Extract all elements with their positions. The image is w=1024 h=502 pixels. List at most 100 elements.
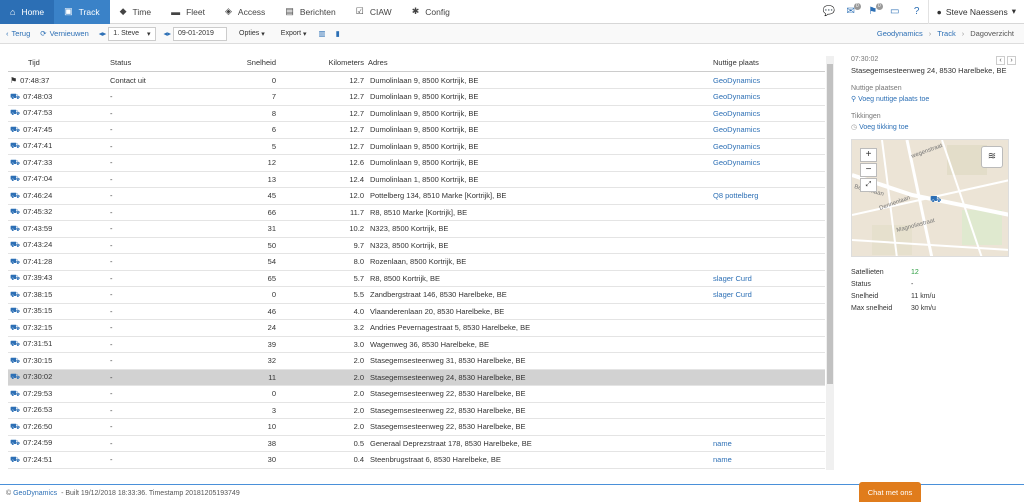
cell-poi[interactable]: GeoDynamics — [711, 105, 825, 122]
cell-poi[interactable] — [711, 369, 825, 386]
cell-poi[interactable]: GeoDynamics — [711, 88, 825, 106]
cell-poi[interactable] — [711, 336, 825, 353]
table-row[interactable]: ⛟ 07:41:28-54 8.0 Rozenlaan, 8500 Kortrijk,… — [8, 253, 825, 271]
footer-brand-link[interactable]: GeoDynamics — [13, 490, 57, 497]
prev-date-button[interactable]: ◂▸ — [164, 29, 172, 38]
vehicle-marker-icon[interactable]: ⛟ — [930, 194, 941, 204]
cell-poi[interactable] — [711, 385, 825, 403]
cell-poi[interactable]: slager Curd — [711, 286, 825, 304]
next-point-button[interactable]: › — [1007, 56, 1016, 65]
table-row[interactable]: ⛟ 07:29:53-0 2.0 Stasegemsesteenweg 22, 853… — [8, 385, 825, 403]
cell-poi[interactable]: Q8 pottelberg — [711, 187, 825, 205]
cell-poi[interactable] — [711, 352, 825, 370]
message-icon[interactable]: ▭ — [884, 0, 906, 24]
add-poi-link[interactable]: ⚲ Voeg nuttige plaats toe — [851, 95, 1016, 103]
tab-home[interactable]: ⌂ Home — [0, 0, 55, 24]
cell-poi[interactable] — [711, 220, 825, 238]
table-row[interactable]: ⛟ 07:24:59-38 0.5 Generaal Deprezstraat 178… — [8, 435, 825, 452]
history-table: ⚑ 07:48:37 Contact uit 0 12.7 Dumolinlaan 9, … — [8, 72, 825, 470]
table-row[interactable]: ⛟ 07:43:59-31 10.2 N323, 8500 Kortrijk, BE — [8, 220, 825, 238]
location-map[interactable]: Berkenlaan Dennenlaan Magnoliastraat weg… — [851, 139, 1009, 257]
cell-poi[interactable]: GeoDynamics — [711, 121, 825, 139]
date-input[interactable]: 09-01-2019 — [173, 26, 228, 41]
table-row[interactable]: ⛟ 07:31:51-39 3.0 Wagenweg 36, 8530 Harelbe… — [8, 336, 825, 353]
cell-poi[interactable] — [711, 237, 825, 254]
col-speed[interactable]: Snelheid — [218, 54, 278, 72]
tab-access[interactable]: ◈ Access — [215, 0, 275, 24]
table-row[interactable]: ⛟ 07:26:53-3 2.0 Stasegemsesteenweg 22, 853… — [8, 402, 825, 419]
cell-poi[interactable] — [711, 171, 825, 188]
cell-poi[interactable]: name — [711, 451, 825, 469]
cell-poi[interactable]: GeoDynamics — [711, 154, 825, 172]
cell-poi[interactable] — [711, 253, 825, 271]
chat-button[interactable]: Chat met ons — [859, 482, 921, 502]
refresh-button[interactable]: ⟳ Vernieuwen — [40, 29, 89, 38]
breadcrumb-track[interactable]: Track — [937, 29, 955, 38]
col-poi[interactable]: Nuttige plaats — [711, 54, 825, 72]
layers-icon[interactable]: ≋ — [981, 146, 1003, 168]
cell-poi[interactable] — [711, 204, 825, 221]
col-km[interactable]: Kilometers — [278, 54, 366, 72]
tab-time[interactable]: ◆ Time — [110, 0, 162, 24]
table-row[interactable]: ⛟ 07:35:15-46 4.0 Vlaanderenlaan 20, 8530 H… — [8, 303, 825, 320]
add-tag-link[interactable]: ◷ Voeg tikking toe — [851, 123, 1016, 131]
table-row[interactable]: ⛟ 07:26:50-10 2.0 Stasegemsesteenweg 22, 85… — [8, 418, 825, 436]
table-row[interactable]: ⛟ 07:45:32-66 11.7 R8, 8510 Marke [Kortrijk… — [8, 204, 825, 221]
col-time[interactable]: Tijd — [8, 54, 108, 72]
table-row[interactable]: ⛟ 07:47:41-5 12.7 Dumolinlaan 9, 8500 Kortr… — [8, 138, 825, 155]
table-row[interactable]: ⛟ 07:38:15-0 5.5 Zandbergstraat 146, 8530 H… — [8, 286, 825, 304]
table-row[interactable]: ⛟ 07:30:02-11 2.0 Stasegemsesteenweg 24, 85… — [8, 369, 825, 386]
cell-speed: 10 — [218, 418, 278, 436]
table-row[interactable]: ⛟ 07:43:24-50 9.7 N323, 8500 Kortrijk, BE — [8, 237, 825, 254]
cell-poi[interactable] — [711, 402, 825, 419]
table-row[interactable]: ⛟ 07:47:04-13 12.4 Dumolinlaan 1, 8500 Kort… — [8, 171, 825, 188]
cell-address: Steenbrugstraat 6, 8530 Harelbeke, BE — [366, 451, 711, 469]
table-row[interactable]: ⛟ 07:24:51-30 0.4 Steenbrugstraat 6, 8530 H… — [8, 451, 825, 469]
cell-poi[interactable]: GeoDynamics — [711, 138, 825, 155]
table-row[interactable]: ⛟ 07:47:45-6 12.7 Dumolinlaan 9, 8500 Kortr… — [8, 121, 825, 139]
fullscreen-button[interactable]: ⤢ — [860, 178, 877, 192]
user-menu[interactable]: ● Steve Naessens ▾ — [927, 0, 1024, 24]
export-dropdown[interactable]: Export ▾ — [277, 27, 311, 41]
breadcrumb-geodynamics[interactable]: Geodynamics — [877, 29, 923, 38]
table-row[interactable]: ⛟ 07:30:15-32 2.0 Stasegemsesteenweg 31, 85… — [8, 352, 825, 370]
tab-track[interactable]: ▣ Track — [54, 0, 110, 24]
table-row[interactable]: ⛟ 07:48:03-7 12.7 Dumolinlaan 9, 8500 Kortr… — [8, 88, 825, 106]
table-row[interactable]: ⛟ 07:46:24-45 12.0 Pottelberg 134, 8510 Mar… — [8, 187, 825, 205]
table-row[interactable]: ⛟ 07:47:33-12 12.6 Dumolinlaan 9, 8500 Kort… — [8, 154, 825, 172]
tab-berichten[interactable]: ▤ Berichten — [275, 0, 345, 24]
chat-icon[interactable]: 💬 — [818, 0, 840, 24]
cell-poi[interactable] — [711, 418, 825, 436]
alert-icon[interactable]: ⚑ 0 — [862, 0, 884, 24]
cell-time: ⛟ 07:47:41 — [8, 138, 108, 155]
cell-poi[interactable]: name — [711, 435, 825, 452]
zoom-out-button[interactable]: − — [860, 163, 877, 177]
table-row[interactable]: ⛟ 07:39:43-65 5.7 R8, 8500 Kortrijk, BE slag… — [8, 270, 825, 287]
table-row[interactable]: ⛟ 07:32:15-24 3.2 Andries Pevernagestraat 5… — [8, 319, 825, 337]
car-icon: ⛟ — [10, 388, 21, 398]
table-row[interactable]: ⚑ 07:48:37 Contact uit 0 12.7 Dumolinlaan 9, … — [8, 72, 825, 89]
zoom-in-button[interactable]: + — [860, 148, 877, 162]
table-scrollbar[interactable] — [826, 56, 834, 470]
notification-icon[interactable]: ✉ 0 — [840, 0, 862, 24]
options-dropdown[interactable]: Opties ▾ — [235, 27, 269, 41]
tab-config[interactable]: ✱ Config — [402, 0, 460, 24]
cell-poi[interactable] — [711, 303, 825, 320]
scrollbar-thumb[interactable] — [827, 64, 833, 384]
bookmark-button[interactable]: ▮ — [336, 29, 340, 38]
driver-select[interactable]: 1. Steve ▾ — [108, 26, 156, 41]
help-icon[interactable]: ? — [906, 0, 928, 24]
back-button[interactable]: ‹ Terug — [6, 29, 30, 38]
cell-poi[interactable]: slager Curd — [711, 270, 825, 287]
col-status[interactable]: Status — [108, 54, 218, 72]
tab-fleet[interactable]: ▬ Fleet — [161, 0, 215, 24]
cell-time: ⛟ 07:30:02 — [8, 369, 108, 386]
table-row[interactable]: ⛟ 07:47:53-8 12.7 Dumolinlaan 9, 8500 Kortr… — [8, 105, 825, 122]
prev-driver-button[interactable]: ◂▸ — [99, 29, 107, 38]
cell-poi[interactable] — [711, 319, 825, 337]
cell-poi[interactable]: GeoDynamics — [711, 72, 825, 89]
prev-point-button[interactable]: ‹ — [996, 56, 1005, 65]
col-address[interactable]: Adres — [366, 54, 711, 72]
map-view-button[interactable]: ▥ — [319, 29, 326, 38]
tab-ciaw[interactable]: ☑ CIAW — [346, 0, 402, 24]
